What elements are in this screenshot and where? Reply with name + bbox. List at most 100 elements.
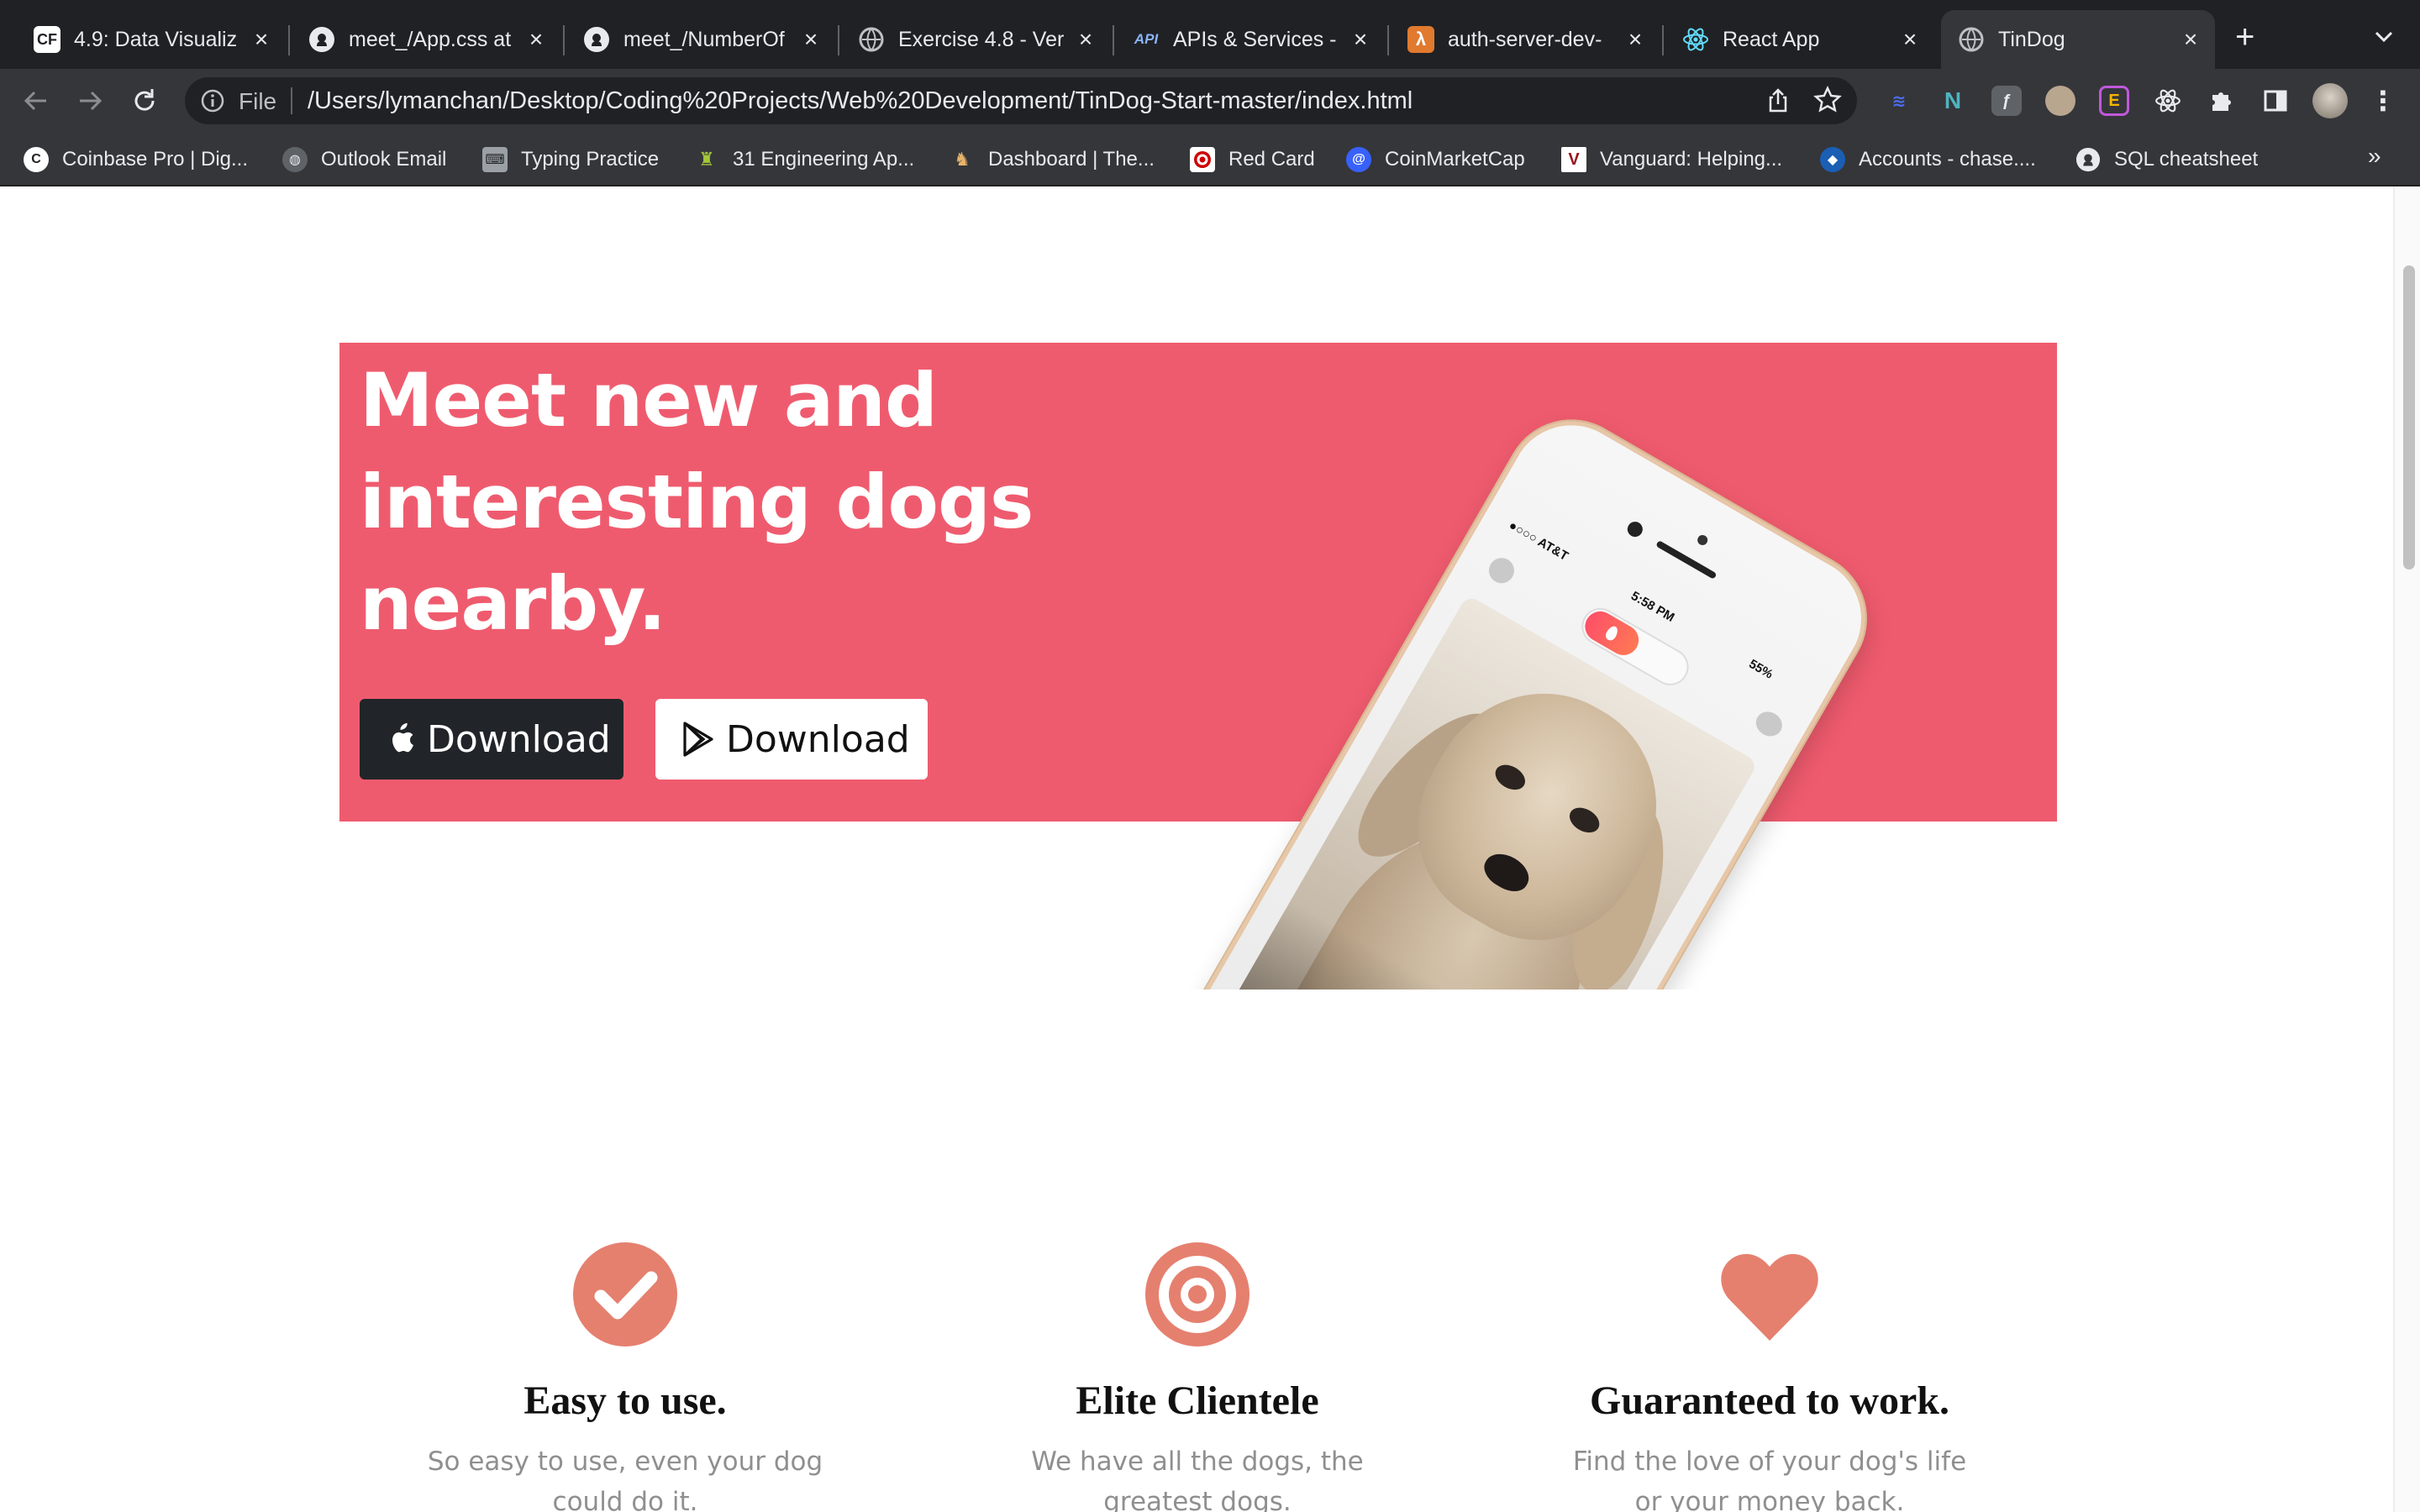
heart-icon — [1715, 1240, 1824, 1349]
bookmark-dashboard[interactable]: ♞ Dashboard | The... — [950, 143, 1155, 176]
bookmark-red-card[interactable]: Red Card — [1190, 143, 1315, 176]
page-scrollbar[interactable] — [2393, 186, 2420, 1512]
close-tab-icon[interactable]: × — [1348, 26, 1373, 52]
apple-download-button[interactable]: Download — [360, 699, 623, 780]
phone-sensor — [1695, 533, 1710, 548]
tab-separator — [1662, 25, 1664, 55]
info-icon[interactable] — [200, 88, 225, 113]
flame-icon — [1579, 606, 1644, 661]
phone-camera — [1624, 518, 1646, 540]
tab-title: React App — [1723, 27, 1820, 51]
tab-tindog[interactable]: TinDog × — [1941, 10, 2215, 69]
url-text[interactable]: /Users/lymanchan/Desktop/Coding%20Projec… — [308, 87, 1413, 115]
reload-button[interactable] — [128, 84, 161, 118]
bookmark-outlook[interactable]: ◍ Outlook Email — [282, 143, 446, 176]
phone-carrier: ●○○○ AT&T — [1506, 517, 1571, 564]
share-icon[interactable] — [1765, 87, 1791, 114]
scrollbar-thumb[interactable] — [2403, 265, 2415, 570]
feature-text: We have all the dogs, the greatest dogs. — [1031, 1446, 1364, 1512]
google-play-download-label: Download — [726, 717, 910, 761]
bookmark-coinbase[interactable]: C Coinbase Pro | Dig... — [24, 143, 248, 176]
bookmark-sql-cheatsheet[interactable]: SQL cheatsheet — [2075, 143, 2258, 176]
close-tab-icon[interactable]: × — [1623, 26, 1648, 52]
new-tab-button[interactable]: + — [2235, 20, 2254, 54]
coinmarketcap-icon: @ — [1346, 147, 1371, 172]
bookmark-label: Dashboard | The... — [988, 148, 1155, 171]
feature-title: Easy to use. — [523, 1378, 727, 1423]
profile-icon — [1484, 553, 1519, 588]
tab-auth-server[interactable]: λ auth-server-dev- × — [1391, 10, 1660, 69]
browser-toolbar: File /Users/lymanchan/Desktop/Coding%20P… — [0, 69, 2420, 133]
profile-avatar[interactable] — [2312, 83, 2348, 118]
globe-icon — [858, 26, 885, 53]
address-bar[interactable]: File /Users/lymanchan/Desktop/Coding%20P… — [185, 77, 1857, 124]
close-tab-icon[interactable]: × — [798, 26, 823, 52]
bookmark-star-icon[interactable] — [1813, 86, 1842, 114]
bookmark-label: SQL cheatsheet — [2114, 148, 2259, 171]
bookmark-chase[interactable]: ◆ Accounts - chase.... — [1820, 143, 2036, 176]
feature-text: So easy to use, even your dog could do i… — [427, 1446, 823, 1512]
extensions-puzzle-icon[interactable] — [2207, 86, 2237, 116]
tab-title: 4.9: Data Visualiz — [74, 27, 238, 51]
tab-apis-services[interactable]: API APIs & Services - × — [1116, 10, 1385, 69]
google-play-download-button[interactable]: Download — [655, 699, 928, 780]
bookmarks-overflow-button[interactable]: » — [2368, 143, 2381, 170]
github-icon — [308, 26, 335, 53]
tab-separator — [838, 25, 839, 55]
apple-icon — [392, 722, 413, 753]
bookmark-typing[interactable]: ⌨ Typing Practice — [482, 143, 659, 176]
bookmarks-bar: C Coinbase Pro | Dig... ◍ Outlook Email … — [0, 133, 2420, 186]
tab-separator — [1113, 25, 1114, 55]
fox-icon: ♞ — [954, 149, 971, 170]
bookmark-label: Red Card — [1228, 148, 1315, 171]
bookmark-engineering[interactable]: ♜ 31 Engineering Ap... — [694, 143, 914, 176]
feature-text: Find the love of your dog's life or your… — [1572, 1446, 1967, 1512]
tab-title: meet_/NumberOf — [623, 27, 785, 51]
bookmark-label: Accounts - chase.... — [1859, 148, 2036, 171]
tab-title: Exercise 4.8 - Ver — [898, 27, 1065, 51]
aws-lambda-icon: λ — [1407, 26, 1434, 53]
feature-title: Guaranteed to work. — [1590, 1378, 1949, 1423]
extension-e-icon[interactable]: E — [2099, 86, 2129, 116]
bookmark-label: Typing Practice — [521, 148, 660, 171]
extension-feather-icon[interactable]: ƒ — [1991, 86, 2022, 116]
extension-wave-icon[interactable]: ≋ — [1884, 86, 1914, 116]
phone-speaker — [1655, 539, 1718, 580]
tab-exercise[interactable]: Exercise 4.8 - Ver × — [841, 10, 1110, 69]
tab-data-visualization[interactable]: CF 4.9: Data Visualiz × — [17, 10, 286, 69]
close-tab-icon[interactable]: × — [523, 26, 549, 52]
bookmark-coinmarketcap[interactable]: @ CoinMarketCap — [1346, 143, 1525, 176]
coinbase-icon: C — [24, 147, 49, 172]
tab-title: meet_/App.css at — [349, 27, 512, 51]
globe-icon — [1958, 26, 1985, 53]
forward-button[interactable] — [74, 84, 108, 118]
chase-icon: ◆ — [1820, 147, 1845, 172]
phone-time: 5:58 PM — [1628, 588, 1677, 625]
extension-avatar-icon[interactable] — [2045, 86, 2075, 116]
side-panel-icon[interactable] — [2260, 86, 2291, 116]
extension-react-devtools-icon[interactable] — [2153, 86, 2183, 116]
extension-n-icon[interactable]: N — [1938, 86, 1968, 116]
cf-logo-icon: CF — [34, 26, 60, 53]
google-play-icon — [683, 722, 713, 757]
back-button[interactable] — [18, 84, 52, 118]
tab-title: auth-server-dev- — [1448, 27, 1602, 51]
tab-separator — [288, 25, 290, 55]
tab-app-css[interactable]: meet_/App.css at × — [292, 10, 560, 69]
github-icon — [2075, 147, 2101, 172]
close-tab-icon[interactable]: × — [2178, 26, 2203, 52]
phone-battery: 55% — [1746, 656, 1776, 682]
close-tab-icon[interactable]: × — [1073, 26, 1098, 52]
feature-elite-clientele: Elite Clientele We have all the dogs, th… — [962, 1240, 1433, 1512]
bookmark-vanguard[interactable]: V Vanguard: Helping... — [1561, 143, 1782, 176]
android-icon: ♜ — [698, 149, 715, 170]
tab-number-of[interactable]: meet_/NumberOf × — [566, 10, 835, 69]
tab-react-app[interactable]: React App × — [1665, 10, 1934, 69]
bookmark-label: 31 Engineering Ap... — [733, 148, 915, 171]
tab-search-icon[interactable] — [2371, 24, 2396, 49]
close-tab-icon[interactable]: × — [249, 26, 274, 52]
typing-icon: ⌨ — [482, 147, 508, 172]
feature-guaranteed: Guaranteed to work. Find the love of you… — [1534, 1240, 2005, 1512]
more-menu-icon[interactable]: ⋮ — [2368, 86, 2398, 116]
close-tab-icon[interactable]: × — [1897, 26, 1923, 52]
